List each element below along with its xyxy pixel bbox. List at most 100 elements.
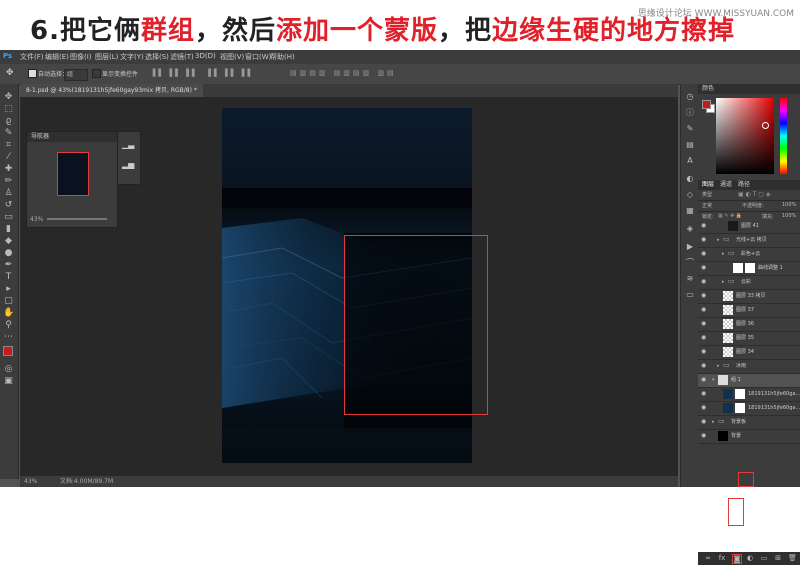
status-zoom[interactable]: 43% xyxy=(24,476,37,487)
layer-mask-thumbnail[interactable] xyxy=(745,263,755,273)
align-icons[interactable]: ▐▌▐▌▐▌ ▐▌▐▌▐▌ xyxy=(150,69,270,78)
visibility-eye-icon[interactable]: ◉ xyxy=(701,251,707,257)
gradient-icon[interactable]: ▮ xyxy=(3,224,14,235)
visibility-eye-icon[interactable]: ◉ xyxy=(701,279,707,285)
menu-item-view[interactable]: 视图(V) xyxy=(220,52,244,62)
visibility-eye-icon[interactable]: ◉ xyxy=(701,363,707,369)
layer-mask-thumbnail[interactable] xyxy=(735,403,745,413)
menu-item-help[interactable]: 帮助(H) xyxy=(270,52,295,62)
menu-item-type[interactable]: 文字(Y) xyxy=(120,52,144,62)
adjustment-layer-icon[interactable]: ◐ xyxy=(746,554,754,562)
navigator-zoom[interactable]: 43% xyxy=(30,216,43,223)
move-tool-icon[interactable]: ✥ xyxy=(6,68,14,78)
adjustments-icon[interactable]: ◐ xyxy=(685,174,695,184)
layer-row[interactable]: ◉ 图层 35 xyxy=(698,332,800,346)
shape-icon[interactable]: ▢ xyxy=(3,296,14,307)
visibility-eye-icon[interactable]: ◉ xyxy=(701,377,707,383)
channels-icon[interactable]: ≋ xyxy=(685,274,695,284)
menu-item-window[interactable]: 窗口(W) xyxy=(245,52,271,62)
menu-item-filter[interactable]: 滤镜(T) xyxy=(170,52,194,62)
navigator-thumbnail[interactable] xyxy=(57,152,89,196)
histogram-icon[interactable]: ▁▃ xyxy=(122,140,134,149)
tab-paths[interactable]: 路径 xyxy=(738,180,750,190)
hue-slider[interactable] xyxy=(780,98,787,174)
auto-select-checkbox[interactable] xyxy=(28,69,37,78)
clone-source-icon[interactable]: ▤ xyxy=(685,140,695,150)
layer-row[interactable]: ◉ ▸ ▭ 背景板 xyxy=(698,416,800,430)
eyedropper-icon[interactable]: ⁄ xyxy=(3,152,14,163)
blend-mode-dropdown[interactable]: 正常 xyxy=(702,202,712,209)
healing-brush-icon[interactable]: ✚ xyxy=(3,164,14,175)
brush-presets-icon[interactable]: ✎ xyxy=(685,124,695,134)
layer-row[interactable]: ◉ ▸ ▭ 彩色+云 xyxy=(698,248,800,262)
layer-row[interactable]: ◉ 图层 36 xyxy=(698,318,800,332)
new-group-icon[interactable]: ▭ xyxy=(760,554,768,562)
visibility-eye-icon[interactable]: ◉ xyxy=(701,321,707,327)
menu-item-file[interactable]: 文件(F) xyxy=(20,52,44,62)
visibility-eye-icon[interactable]: ◉ xyxy=(701,433,707,439)
new-layer-icon[interactable]: ⊞ xyxy=(774,554,782,562)
layer-row[interactable]: ◉ 图层 33 拷贝 xyxy=(698,290,800,304)
swatches-icon[interactable]: ▦ xyxy=(685,206,695,216)
group-expand-icon[interactable]: ▸ xyxy=(722,251,725,257)
character-icon[interactable]: A xyxy=(685,156,695,166)
menu-item-select[interactable]: 选择(S) xyxy=(145,52,169,62)
layer-row[interactable]: ◉ ▸ ▭ 云彩 xyxy=(698,276,800,290)
crop-icon[interactable]: ⌗ xyxy=(3,140,14,151)
info-icon[interactable]: ▂▅ xyxy=(122,160,134,169)
group-expand-icon[interactable]: ▾ xyxy=(712,377,715,383)
add-mask-icon[interactable]: ◙ xyxy=(732,554,742,564)
color-field[interactable] xyxy=(716,98,774,174)
visibility-eye-icon[interactable]: ◉ xyxy=(701,405,707,411)
tab-layers[interactable]: 图层 xyxy=(702,180,714,190)
marquee-icon[interactable]: ⬚ xyxy=(3,104,14,115)
tab-channels[interactable]: 通道 xyxy=(720,180,732,190)
show-transform-checkbox[interactable] xyxy=(92,69,101,78)
filter-icons[interactable]: ▣ ◐ T ▢ ◈ xyxy=(738,191,770,198)
brush-icon[interactable]: ✏ xyxy=(3,176,14,187)
menu-item-layer[interactable]: 图层(L) xyxy=(95,52,118,62)
document-tab[interactable]: 8-1.psd @ 43%(1819131h5jfe60gay93mix 拷贝,… xyxy=(20,84,203,97)
delete-layer-icon[interactable]: 🗑 xyxy=(788,554,797,562)
layer-row[interactable]: ◉ 曲线调整 1 xyxy=(698,262,800,276)
fill-value[interactable]: 100% xyxy=(782,213,796,219)
timeline-icon[interactable]: ▭ xyxy=(685,290,695,300)
pen-icon[interactable]: ✒ xyxy=(3,260,14,271)
visibility-eye-icon[interactable]: ◉ xyxy=(701,349,707,355)
layer-row[interactable]: ◉ 图层 41 xyxy=(698,220,800,234)
layer-row[interactable]: ◉ 图层 37 xyxy=(698,304,800,318)
screen-mode-icon[interactable]: ▣ xyxy=(3,376,14,387)
layer-row[interactable]: ◉ 背景 xyxy=(698,430,800,444)
color-picker-marker[interactable] xyxy=(762,122,769,129)
path-select-icon[interactable]: ▸ xyxy=(3,284,14,295)
clone-stamp-icon[interactable]: ♙ xyxy=(3,188,14,199)
visibility-eye-icon[interactable]: ◉ xyxy=(701,419,707,425)
visibility-eye-icon[interactable]: ◉ xyxy=(701,391,707,397)
blur-icon[interactable]: ◆ xyxy=(3,236,14,247)
visibility-eye-icon[interactable]: ◉ xyxy=(701,237,707,243)
history-brush-icon[interactable]: ↺ xyxy=(3,200,14,211)
auto-select-target-dropdown[interactable]: 组 xyxy=(64,69,88,81)
quick-select-icon[interactable]: ✎ xyxy=(3,128,14,139)
paths-icon[interactable]: ⌒ xyxy=(685,258,695,268)
menu-item-edit[interactable]: 编辑(E) xyxy=(45,52,69,62)
more-tools-icon[interactable]: ⋯ xyxy=(3,332,14,343)
visibility-eye-icon[interactable]: ◉ xyxy=(701,293,707,299)
group-expand-icon[interactable]: ▸ xyxy=(712,419,715,425)
distribute-icons[interactable]: ▤▥▤▥ ▤▥▤▥ ▥▤ xyxy=(290,69,430,78)
history-icon[interactable]: ◷ xyxy=(685,92,695,102)
layer-row[interactable]: ◉ ▸ ▭ 光线+云 拷贝 xyxy=(698,234,800,248)
layer-row[interactable]: ◉ ▸ ▭ 冰雨 xyxy=(698,360,800,374)
layer-mask-thumbnail[interactable] xyxy=(735,389,745,399)
visibility-eye-icon[interactable]: ◉ xyxy=(701,223,707,229)
layer-style-icon[interactable]: fx xyxy=(718,554,726,562)
dodge-icon[interactable]: ● xyxy=(3,248,14,259)
lock-icons[interactable]: ▦ ✎ ✥ 🔒 xyxy=(718,213,742,219)
panel-foreground-swatch[interactable] xyxy=(702,100,711,109)
link-layers-icon[interactable]: ∞ xyxy=(704,554,712,562)
layer-row[interactable]: ◉ 图层 34 xyxy=(698,346,800,360)
menu-item-image[interactable]: 图像(I) xyxy=(70,52,92,62)
visibility-eye-icon[interactable]: ◉ xyxy=(701,265,707,271)
opacity-value[interactable]: 100% xyxy=(782,202,796,208)
kind-filter-dropdown[interactable]: 类型 xyxy=(702,191,712,198)
